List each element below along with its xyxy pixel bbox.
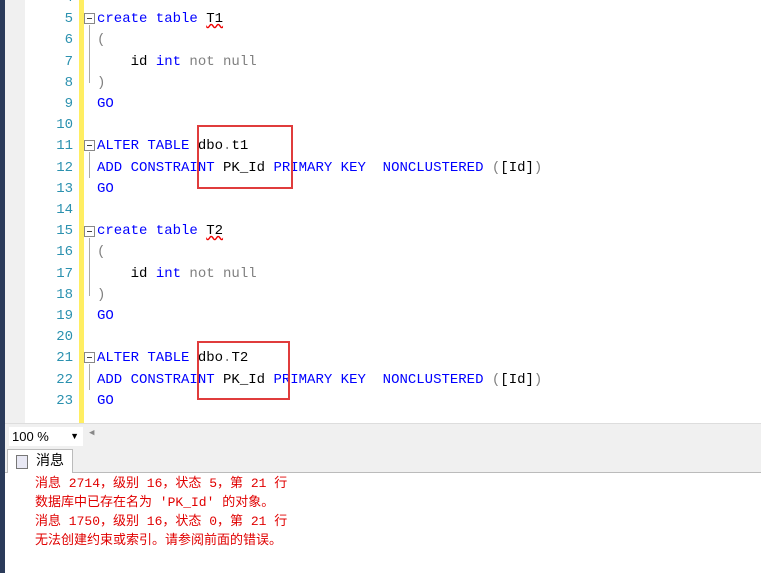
error-message: 消息 2714，级别 16，状态 5，第 21 行 [35,476,288,491]
line-number: 10 [56,117,73,134]
fold-line [89,25,90,83]
editor-gutter [5,0,25,423]
code-token: ( [97,32,106,49]
collapse-icon[interactable] [84,13,95,24]
code-line: GO [97,391,114,412]
line-number: 5 [64,11,73,28]
error-message: 消息 1750，级别 16，状态 0，第 21 行 [35,514,288,529]
line-number: 7 [64,53,73,70]
messages-pane: 消息 2714，级别 16，状态 5，第 21 行数据库中已存在名为 'PK_I… [5,473,761,573]
line-number: 23 [56,392,73,409]
scroll-left-icon[interactable]: ◀ [89,428,94,438]
line-number: 4 [25,0,73,9]
line-number: 22 [56,371,73,388]
code-line: create table T2 [97,221,223,242]
line-number: 20 [56,329,73,346]
tab-label: 消息 [36,453,64,469]
highlight-box [197,125,293,189]
collapse-icon[interactable] [84,140,95,151]
line-number: 11 [56,138,73,155]
code-token: ) [97,286,106,303]
code-token: GO [97,96,114,112]
code-line: ADD CONSTRAINT PK_Id PRIMARY KEY NONCLUS… [97,158,542,179]
line-number: 18 [56,286,73,303]
code-token: create table [97,11,207,28]
code-token: T1 [206,11,224,28]
code-token: PRIMARY KEY NONCLUSTERED [273,371,492,388]
code-line: ) [97,73,105,94]
code-token: create table [97,223,207,240]
code-token: [Id] [500,159,534,176]
fold-line [89,364,90,390]
line-number: 15 [56,223,73,240]
code-token: GO [97,308,114,324]
code-token: GO [97,392,114,409]
results-tabs: 消息 [5,447,761,474]
line-number: 17 [56,265,73,282]
code-token: ALTER TABLE [97,138,198,155]
tab-messages[interactable]: 消息 [7,449,73,474]
code-token: int [155,265,190,282]
code-line: ( [97,242,105,263]
code-line: ADD CONSTRAINT PK_Id PRIMARY KEY NONCLUS… [97,370,542,391]
code-line: GO [97,179,114,200]
code-token: ( [97,244,106,261]
code-line: id int not null [97,52,257,73]
code-line: GO [97,306,114,327]
code-token: GO [97,180,114,197]
code-token: T2 [206,223,224,240]
line-number: 9 [64,96,73,112]
fold-line [89,238,90,296]
zoom-select[interactable]: 100 % ▼ [9,427,83,446]
line-number: 21 [56,350,73,367]
collapse-icon[interactable] [84,352,95,363]
code-token: not null [189,53,257,70]
messages-icon [16,455,28,469]
code-line: create table T1 [97,9,223,30]
line-number: 12 [56,159,73,176]
line-number: 14 [56,202,73,218]
line-number: 19 [56,308,73,324]
code-token: ) [533,371,543,388]
fold-line [89,152,90,178]
code-token: not null [189,265,257,282]
sql-editor[interactable]: 4 5 create table T1 6 (7 id int not null 8) 9 G… [5,0,761,423]
line-number: 6 [64,32,73,49]
code-token: id [97,265,156,282]
code-line: id int not null [97,264,257,285]
line-number: 13 [56,180,73,197]
error-message: 数据库中已存在名为 'PK_Id' 的对象。 [35,495,275,510]
collapse-icon[interactable] [84,226,95,237]
code-line: ) [97,285,105,306]
code-token: ) [533,159,543,176]
code-line: ( [97,30,105,51]
code-token: [Id] [500,371,534,388]
chevron-down-icon: ▼ [70,431,79,441]
line-number: 8 [64,74,73,91]
code-token: ALTER TABLE [97,350,198,367]
code-token: id [97,53,156,70]
code-token: ) [97,74,106,91]
zoom-value: 100 % [12,429,49,444]
code-line: GO [97,94,114,115]
code-token: int [155,53,190,70]
zoom-bar: 100 % ▼ ◀ [5,423,761,447]
error-message: 无法创建约束或索引。请参阅前面的错误。 [35,533,283,548]
code-token: PRIMARY KEY NONCLUSTERED [273,159,492,176]
line-number: 16 [56,244,73,261]
highlight-box [197,341,290,400]
